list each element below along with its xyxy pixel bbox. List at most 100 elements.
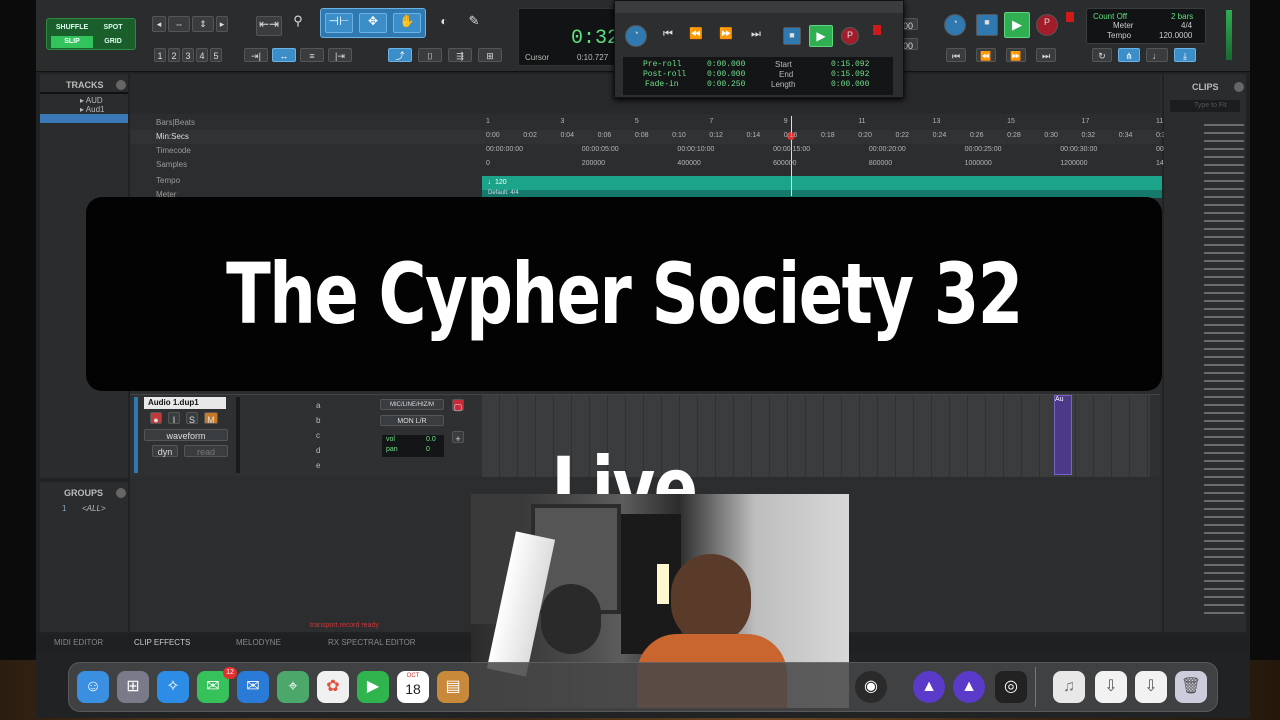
vol-value[interactable]: 0.0 bbox=[426, 436, 436, 443]
preroll-label[interactable]: Pre-roll bbox=[643, 60, 681, 69]
online-icon[interactable]: ◔ bbox=[944, 14, 966, 36]
samples-ruler[interactable]: Samples bbox=[130, 158, 1160, 172]
pan-value[interactable]: 0 bbox=[426, 446, 430, 453]
transport-rtz-icon[interactable]: ⏮ bbox=[659, 27, 677, 45]
maps-icon[interactable]: ⌖ bbox=[277, 671, 309, 703]
zoom-out-icon[interactable]: ◂ bbox=[152, 16, 166, 32]
transport-stop-icon[interactable]: ■ bbox=[783, 27, 801, 45]
scrubber-icon[interactable]: ◐ bbox=[432, 14, 456, 36]
link-timeline-icon[interactable]: ↔ bbox=[272, 48, 296, 62]
transport-online-icon[interactable]: ◔ bbox=[625, 25, 647, 47]
clips-list[interactable] bbox=[1204, 118, 1244, 618]
zoom-in-icon[interactable]: ▸ bbox=[216, 16, 228, 32]
avid-link-icon[interactable]: ▲ bbox=[953, 671, 985, 703]
tab-melodyne[interactable]: MELODYNE bbox=[236, 638, 281, 647]
transport-ff-icon[interactable]: ⏩ bbox=[717, 27, 735, 45]
launchpad-icon[interactable]: ⊞ bbox=[117, 671, 149, 703]
slip-mode[interactable]: SLIP bbox=[51, 36, 93, 48]
tracks-menu-icon[interactable] bbox=[116, 80, 126, 90]
trash-icon[interactable]: 🗑 bbox=[1175, 671, 1207, 703]
documents-stack-icon[interactable]: ⇩ bbox=[1135, 671, 1167, 703]
pencil-tool-icon[interactable]: ✎ bbox=[462, 14, 486, 36]
loop-icon[interactable]: ↻ bbox=[1092, 48, 1112, 62]
fadein-label[interactable]: Fade-in bbox=[645, 80, 679, 89]
finder-icon[interactable]: ☺ bbox=[77, 671, 109, 703]
track-list-selected[interactable] bbox=[40, 114, 128, 123]
mirror-midi-icon[interactable]: ≡ bbox=[300, 48, 324, 62]
automation-mode-selector[interactable]: read bbox=[184, 445, 228, 457]
pro-tools-icon[interactable]: ◉ bbox=[855, 671, 887, 703]
automation-follows-icon[interactable]: ⤴ bbox=[388, 48, 412, 62]
obs-icon[interactable]: ◎ bbox=[995, 671, 1027, 703]
end-icon[interactable]: ⏭ bbox=[1036, 48, 1056, 62]
meter-value[interactable]: 4/4 bbox=[1181, 21, 1192, 30]
solo-button[interactable]: S bbox=[186, 412, 198, 425]
length-value[interactable]: 0:00.000 bbox=[831, 80, 869, 89]
grid-mode[interactable]: GRID bbox=[93, 36, 133, 48]
transport-rewind-icon[interactable]: ⏪ bbox=[687, 27, 705, 45]
midi-merge-icon[interactable]: ⋔ bbox=[1118, 48, 1140, 62]
add-insert-icon[interactable]: + bbox=[452, 431, 464, 444]
tab-midi-editor[interactable]: MIDI EDITOR bbox=[54, 638, 103, 647]
fadein-value[interactable]: 0:00.250 bbox=[707, 80, 745, 89]
safari-icon[interactable]: ✧ bbox=[157, 671, 189, 703]
trimmer-icon[interactable]: ⊣⊢ bbox=[325, 13, 353, 33]
nudge-icon[interactable]: ⇥| bbox=[244, 48, 268, 62]
play-icon[interactable]: ▶ bbox=[1004, 12, 1030, 38]
postroll-label[interactable]: Post-roll bbox=[643, 70, 686, 79]
send-slot-a[interactable]: a bbox=[316, 401, 320, 410]
zoom-preset-4[interactable]: 4 bbox=[196, 48, 208, 62]
end-value[interactable]: 0:15.092 bbox=[831, 70, 869, 79]
output-selector[interactable]: MON L/R bbox=[380, 415, 444, 426]
horizontal-zoom-icon[interactable]: ⇔ bbox=[168, 16, 190, 32]
insertion-follows-icon[interactable]: ⌷ bbox=[418, 48, 442, 62]
transport-play-icon[interactable]: ▶ bbox=[809, 25, 833, 47]
count-off-label[interactable]: Count Off bbox=[1093, 12, 1127, 21]
tab-rx-spectral-editor[interactable]: RX SPECTRAL EDITOR bbox=[328, 638, 416, 647]
postroll-value[interactable]: 0:00.000 bbox=[707, 70, 745, 79]
record-enable-icon[interactable]: ● bbox=[150, 412, 162, 425]
bars-beats-ruler[interactable]: Bars|Beats bbox=[130, 116, 1160, 130]
timecode-ruler[interactable]: Timecode bbox=[130, 144, 1160, 158]
audio-clip[interactable]: Au bbox=[1054, 395, 1072, 475]
groups-menu-icon[interactable] bbox=[116, 488, 126, 498]
transport-record-icon[interactable]: P bbox=[841, 27, 859, 45]
zoomer-tool-icon[interactable]: ⚲ bbox=[286, 14, 310, 36]
track-view-selector[interactable]: waveform bbox=[144, 429, 228, 441]
tempo-track-bar[interactable]: ♩120 bbox=[482, 176, 1162, 190]
wait-for-note-icon[interactable]: ⤓ bbox=[1174, 48, 1196, 62]
mute-button[interactable]: M bbox=[204, 412, 218, 425]
send-slot-b[interactable]: b bbox=[316, 416, 320, 425]
send-slot-d[interactable]: d bbox=[316, 446, 320, 455]
stop-icon[interactable]: ■ bbox=[976, 14, 998, 36]
record-icon[interactable]: P bbox=[1036, 14, 1058, 36]
rewind-icon[interactable]: ⏪ bbox=[976, 48, 996, 62]
send-slot-c[interactable]: c bbox=[316, 431, 320, 440]
zoom-preset-2[interactable]: 2 bbox=[168, 48, 180, 62]
input-monitor-button[interactable]: I bbox=[168, 412, 180, 425]
track-list-item[interactable]: ▸ AUD bbox=[80, 96, 103, 105]
selector-icon[interactable]: ✥ bbox=[359, 13, 387, 33]
clips-search-input[interactable]: Type to Fit bbox=[1170, 100, 1240, 112]
shuffle-mode[interactable]: SHUFFLE bbox=[51, 22, 93, 34]
trim-tool-icon[interactable]: ⇤⇥ bbox=[256, 16, 282, 36]
metronome-icon[interactable]: ♩ bbox=[1146, 48, 1168, 62]
facetime-icon[interactable]: ▶ bbox=[357, 671, 389, 703]
zoom-preset-1[interactable]: 1 bbox=[154, 48, 166, 62]
tab-to-transient-icon[interactable]: |⇥ bbox=[328, 48, 352, 62]
track-list-item[interactable]: ▸ Aud1 bbox=[80, 105, 104, 114]
avid-app-icon[interactable]: ▲ bbox=[913, 671, 945, 703]
spot-mode[interactable]: SPOT bbox=[93, 22, 133, 34]
notes-icon[interactable]: ▤ bbox=[437, 671, 469, 703]
music-file-icon[interactable]: ♫ bbox=[1053, 671, 1085, 703]
mail-icon[interactable]: ✉ bbox=[237, 671, 269, 703]
tab-clip-effects[interactable]: CLIP EFFECTS bbox=[134, 638, 190, 647]
transport-end-icon[interactable]: ⏭ bbox=[747, 27, 765, 45]
input-selector[interactable]: MIC/LINE/HIZ/M bbox=[380, 399, 444, 410]
tempo-value[interactable]: 120.0000 bbox=[1159, 31, 1192, 40]
preroll-value[interactable]: 0:00.000 bbox=[707, 60, 745, 69]
group-item-all[interactable]: <ALL> bbox=[82, 504, 106, 513]
calendar-icon[interactable]: OCT 18 bbox=[397, 671, 429, 703]
grabber-hand-icon[interactable]: ✋ bbox=[393, 13, 421, 33]
fast-forward-icon[interactable]: ⏩ bbox=[1006, 48, 1026, 62]
